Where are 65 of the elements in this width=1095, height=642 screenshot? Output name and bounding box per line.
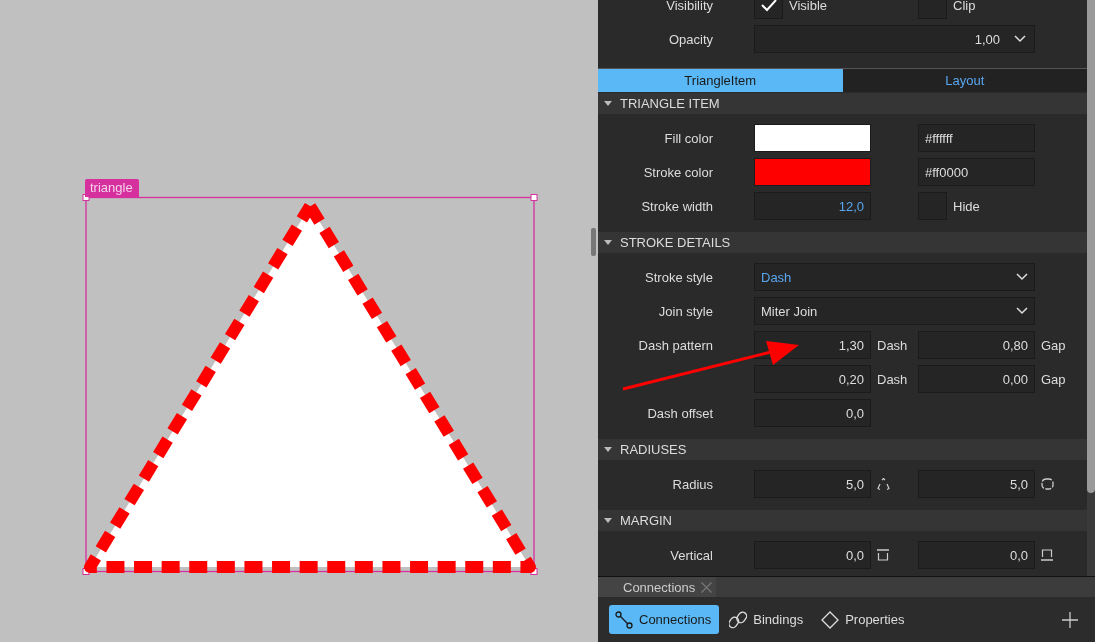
dropdown[interactable]: Miter Join — [754, 297, 1035, 325]
input-field[interactable]: 0,20 — [754, 365, 871, 393]
field-label: Radius — [671, 476, 713, 492]
input-field[interactable]: 12,0 — [754, 192, 871, 220]
input-field[interactable]: #ffffff — [918, 124, 1035, 152]
field-label: Vertical — [669, 547, 713, 563]
unit-label: Gap — [1040, 371, 1067, 387]
field-label: Fill color — [663, 130, 713, 146]
margin-top-icon — [877, 549, 889, 561]
item-label: triangle — [85, 179, 139, 197]
toolbar-button[interactable]: Properties — [815, 605, 913, 634]
link-icon — [729, 610, 748, 629]
dropdown[interactable]: Dash — [754, 263, 1035, 291]
checkbox-label: Clip — [953, 0, 976, 13]
color-swatch[interactable] — [754, 158, 871, 186]
tab[interactable]: TriangleItem — [598, 69, 843, 92]
field-label: Stroke style — [644, 269, 713, 285]
section-title: STROKE DETAILS — [620, 235, 731, 250]
section-title: RADIUSES — [620, 442, 687, 457]
unit-label: Dash — [876, 337, 909, 353]
diamond-icon — [821, 610, 840, 629]
field-label: Visibility — [665, 0, 713, 13]
field-label: Join style — [657, 303, 713, 319]
unit-label: Gap — [1040, 337, 1067, 353]
dock-tab[interactable]: Connections — [598, 577, 716, 597]
field-label: Dash pattern — [637, 337, 713, 353]
toolbar-button[interactable]: Bindings — [723, 605, 812, 634]
check-icon — [759, 0, 778, 12]
dock-tab-label: Connections — [623, 579, 696, 595]
triangle-corner-icon — [877, 478, 890, 490]
field-label: Dash offset — [646, 405, 713, 421]
add-icon[interactable] — [1062, 611, 1078, 628]
chevron-down-icon — [1016, 273, 1028, 281]
tab[interactable]: Layout — [842, 69, 1087, 92]
unit-label: Dash — [876, 371, 909, 387]
input-field[interactable]: 0,0 — [754, 399, 871, 427]
input-field[interactable]: 5,0 — [754, 470, 871, 498]
section-header[interactable]: TRIANGLE ITEM — [598, 93, 1087, 114]
scrollbar-thumb[interactable] — [1087, 0, 1095, 493]
field-label: Opacity — [667, 31, 713, 47]
field-label: Stroke width — [640, 198, 713, 214]
checkbox-label: Visible — [789, 0, 828, 13]
input-field[interactable]: 5,0 — [918, 470, 1035, 498]
section-header[interactable]: MARGIN — [598, 510, 1087, 531]
field-label: Stroke color — [642, 164, 713, 180]
opacity-dropdown[interactable]: 1,00 — [754, 25, 1035, 53]
section-title: TRIANGLE ITEM — [620, 96, 720, 111]
section-header[interactable]: STROKE DETAILS — [598, 232, 1087, 253]
input-field[interactable]: #ff0000 — [918, 158, 1035, 186]
connection-icon — [615, 610, 633, 629]
toolbar-button[interactable]: Connections — [609, 605, 720, 634]
input-field[interactable]: 0,80 — [918, 331, 1035, 359]
input-field[interactable]: 0,0 — [918, 541, 1035, 569]
margin-bottom-icon — [1041, 549, 1053, 561]
section-header[interactable]: RADIUSES — [598, 439, 1087, 460]
rounded-corner-icon — [1041, 478, 1054, 490]
color-swatch[interactable] — [754, 124, 871, 152]
input-field[interactable]: 0,00 — [918, 365, 1035, 393]
section-title: MARGIN — [620, 513, 672, 528]
chevron-down-icon — [1016, 307, 1028, 315]
close-icon[interactable] — [701, 581, 713, 593]
checkbox-label: Hide — [953, 198, 980, 214]
input-field[interactable]: 0,0 — [754, 541, 871, 569]
splitter-handle[interactable] — [591, 228, 596, 256]
chevron-down-icon — [1014, 35, 1026, 43]
